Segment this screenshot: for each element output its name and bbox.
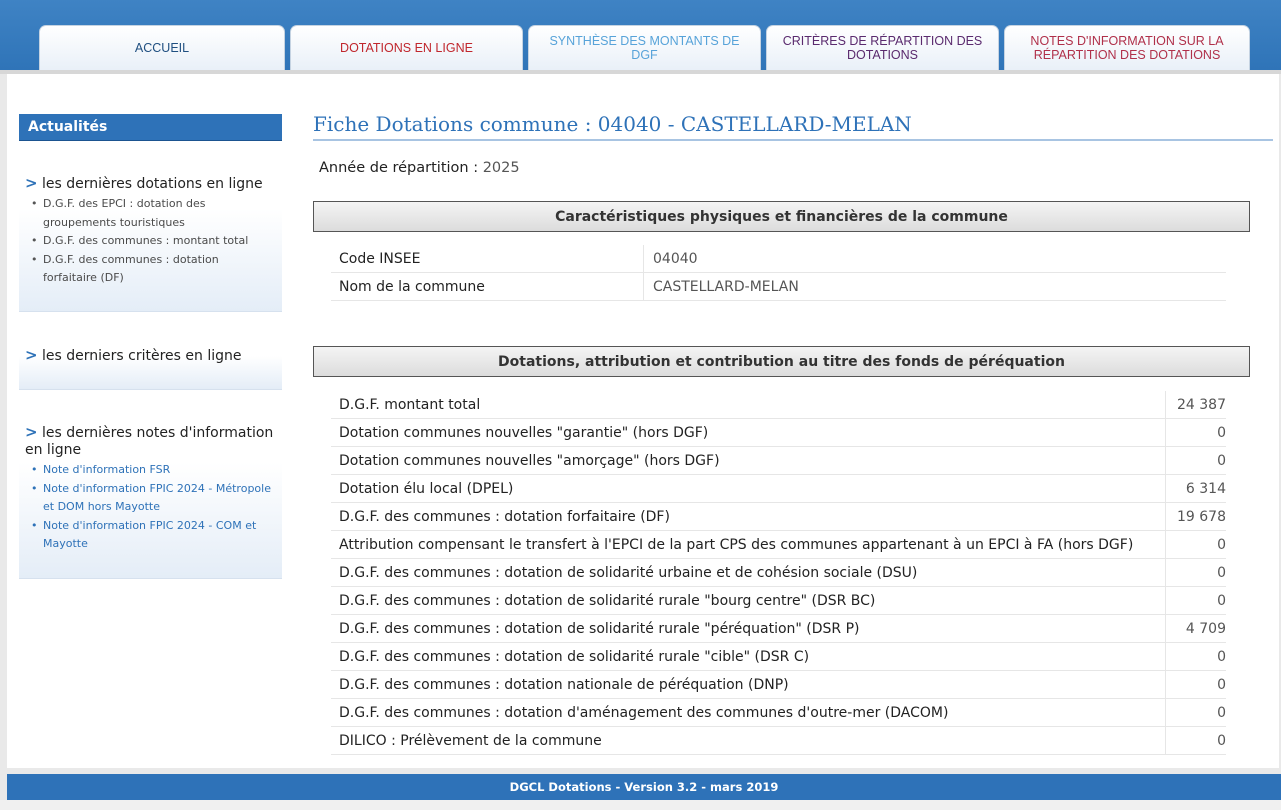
table-row: D.G.F. des communes : dotation de solida… <box>331 615 1226 643</box>
row-value: 0 <box>1165 643 1226 670</box>
row-value: 0 <box>1165 559 1226 586</box>
sidebar-list: D.G.F. des EPCI : dotation des groupemen… <box>25 195 276 288</box>
chevron-right-icon: > <box>25 174 38 192</box>
tab-dotations-en-ligne[interactable]: DOTATIONS EN LIGNE <box>290 25 523 70</box>
row-value: 24 387 <box>1165 391 1226 418</box>
sidebar-block-head[interactable]: > les dernières dotations en ligne <box>25 175 276 193</box>
row-label: Nom de la commune <box>339 278 485 295</box>
row-label: D.G.F. des communes : dotation de solida… <box>339 620 860 637</box>
table-row: Dotation communes nouvelles "garantie" (… <box>331 419 1226 447</box>
sidebar-block-dotations: > les dernières dotations en ligne D.G.F… <box>19 175 282 312</box>
page-left-edge <box>0 74 7 810</box>
year-label: Année de répartition : <box>319 160 479 176</box>
sidebar-link-note-fpic-com[interactable]: Note d'information FPIC 2024 - COM et Ma… <box>31 517 276 554</box>
page-bottom-margin <box>0 800 1281 810</box>
table-row: D.G.F. des communes : dotation de solida… <box>331 643 1226 671</box>
sidebar-block-head-label: les dernières notes d'information en lig… <box>25 425 274 458</box>
row-label: Dotation communes nouvelles "amorçage" (… <box>339 452 720 469</box>
sidebar-link-dgf-forfaitaire[interactable]: D.G.F. des communes : dotation forfaitai… <box>31 251 276 288</box>
tab-accueil[interactable]: ACCUEIL <box>39 25 285 70</box>
top-navigation-bar: ACCUEIL DOTATIONS EN LIGNE SYNTHÈSE DES … <box>0 0 1281 74</box>
row-value: 0 <box>1165 727 1226 754</box>
sidebar-link-note-fpic-metropole[interactable]: Note d'information FPIC 2024 - Métropole… <box>31 480 276 517</box>
row-label: D.G.F. montant total <box>339 396 481 413</box>
sidebar-link-dgf-montant-total[interactable]: D.G.F. des communes : montant total <box>31 232 276 251</box>
row-label: Attribution compensant le transfert à l'… <box>339 536 1134 553</box>
page-title: Fiche Dotations commune : 04040 - CASTEL… <box>313 112 1273 141</box>
year-row: Année de répartition : 2025 <box>319 160 520 176</box>
row-value: 19 678 <box>1165 503 1226 530</box>
row-label: D.G.F. des communes : dotation de solida… <box>339 564 918 581</box>
row-value: 0 <box>1165 699 1226 726</box>
sidebar-block-notes: > les dernières notes d'information en l… <box>19 424 282 579</box>
table-row: D.G.F. des communes : dotation nationale… <box>331 671 1226 699</box>
row-value: 6 314 <box>1165 475 1226 502</box>
row-value: 0 <box>1165 531 1226 558</box>
row-label: Dotation élu local (DPEL) <box>339 480 514 497</box>
footer: DGCL Dotations - Version 3.2 - mars 2019 <box>7 774 1281 800</box>
table-row: D.G.F. montant total 24 387 <box>331 391 1226 419</box>
tab-synthese-montants-dgf[interactable]: SYNTHÈSE DES MONTANTS DE DGF <box>528 25 761 70</box>
sidebar-block-head-label: les dernières dotations en ligne <box>42 176 263 192</box>
table-row: D.G.F. des communes : dotation d'aménage… <box>331 699 1226 727</box>
table-row: D.G.F. des communes : dotation forfaitai… <box>331 503 1226 531</box>
section-header-caracteristiques: Caractéristiques physiques et financière… <box>313 201 1250 232</box>
row-label: D.G.F. des communes : dotation forfaitai… <box>339 508 670 525</box>
row-value: 04040 <box>643 245 1226 272</box>
table-row: Dotation élu local (DPEL) 6 314 <box>331 475 1226 503</box>
row-label: D.G.F. des communes : dotation de solida… <box>339 592 876 609</box>
table-row: D.G.F. des communes : dotation de solida… <box>331 587 1226 615</box>
tab-notes-information[interactable]: NOTES D'INFORMATION SUR LA RÉPARTITION D… <box>1004 25 1250 70</box>
sidebar-link-dgf-epci[interactable]: D.G.F. des EPCI : dotation des groupemen… <box>31 195 276 232</box>
tab-criteres-repartition[interactable]: CRITÈRES DE RÉPARTITION DES DOTATIONS <box>766 25 999 70</box>
row-value: 4 709 <box>1165 615 1226 642</box>
section-header-dotations: Dotations, attribution et contribution a… <box>313 346 1250 377</box>
row-value: 0 <box>1165 447 1226 474</box>
chevron-right-icon: > <box>25 346 38 364</box>
row-label: D.G.F. des communes : dotation d'aménage… <box>339 704 949 721</box>
sidebar-block-head-label: les derniers critères en ligne <box>42 348 242 364</box>
year-value: 2025 <box>482 160 520 176</box>
table-row: Attribution compensant le transfert à l'… <box>331 531 1226 559</box>
row-value: CASTELLARD-MELAN <box>643 273 1226 300</box>
row-label: D.G.F. des communes : dotation nationale… <box>339 676 789 693</box>
row-value: 0 <box>1165 671 1226 698</box>
sidebar-block-criteres: > les derniers critères en ligne <box>19 345 282 390</box>
table-row: D.G.F. des communes : dotation de solida… <box>331 559 1226 587</box>
chevron-right-icon: > <box>25 423 38 441</box>
sidebar-list: Note d'information FSR Note d'informatio… <box>25 461 276 554</box>
sidebar-block-head[interactable]: > les dernières notes d'information en l… <box>25 424 276 459</box>
row-label: DILICO : Prélèvement de la commune <box>339 732 602 749</box>
sidebar-block-head[interactable]: > les derniers critères en ligne <box>25 345 276 365</box>
table-row: Code INSEE 04040 <box>331 245 1226 273</box>
table-row: DILICO : Prélèvement de la commune 0 <box>331 727 1226 755</box>
table-row: Nom de la commune CASTELLARD-MELAN <box>331 273 1226 301</box>
row-label: Code INSEE <box>339 250 421 267</box>
row-value: 0 <box>1165 587 1226 614</box>
row-label: Dotation communes nouvelles "garantie" (… <box>339 424 709 441</box>
caracteristiques-table: Code INSEE 04040 Nom de la commune CASTE… <box>331 245 1226 301</box>
dotations-table: D.G.F. montant total 24 387 Dotation comm… <box>331 391 1226 755</box>
sidebar-link-note-fsr[interactable]: Note d'information FSR <box>31 461 276 480</box>
table-row: Dotation communes nouvelles "amorçage" (… <box>331 447 1226 475</box>
sidebar: Actualités <box>19 114 282 141</box>
row-value: 0 <box>1165 419 1226 446</box>
row-label: D.G.F. des communes : dotation de solida… <box>339 648 810 665</box>
sidebar-title: Actualités <box>19 114 282 141</box>
